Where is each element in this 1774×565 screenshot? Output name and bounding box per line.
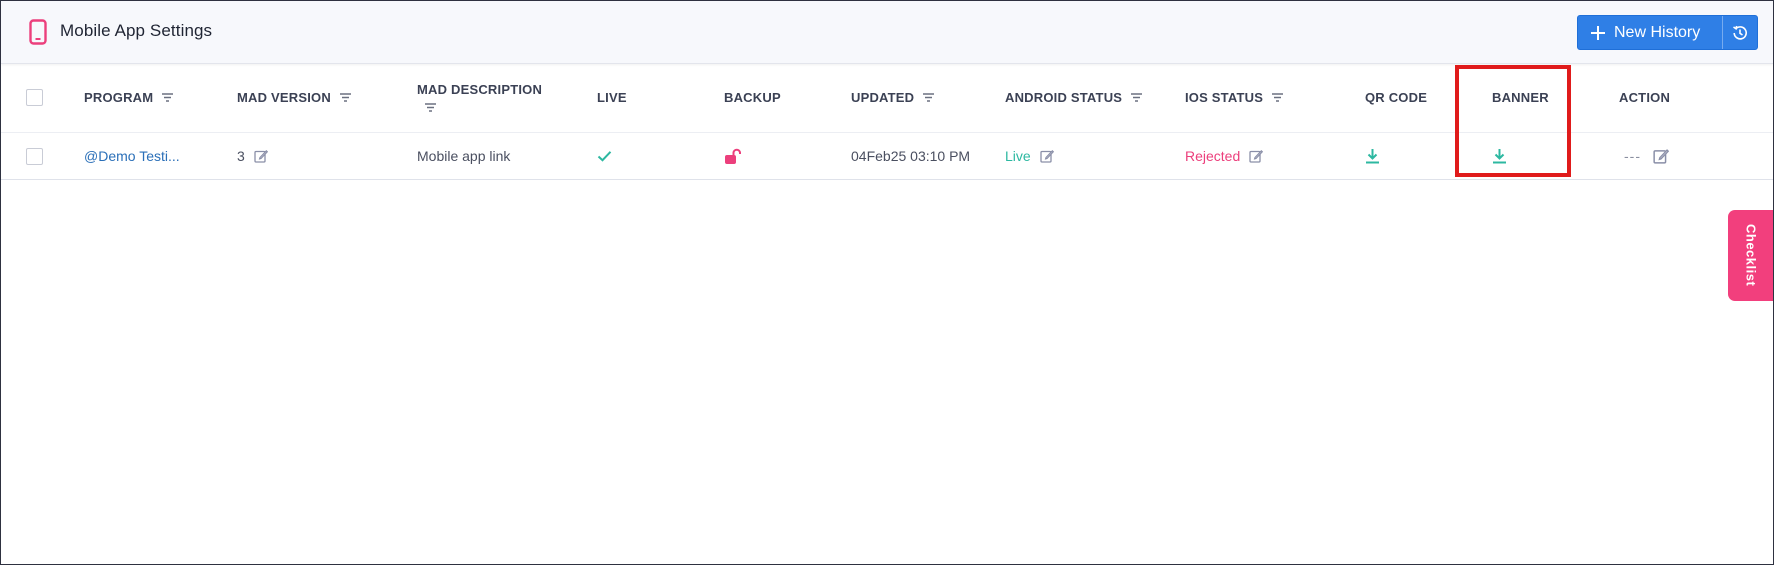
download-icon[interactable] bbox=[1365, 148, 1380, 164]
page-header: Mobile App Settings New History bbox=[1, 1, 1773, 64]
cell-banner bbox=[1492, 133, 1507, 179]
page-title: Mobile App Settings bbox=[60, 21, 213, 40]
cell-live bbox=[597, 133, 612, 179]
edit-icon[interactable] bbox=[1040, 149, 1054, 163]
column-ios-status-label: IOS STATUS bbox=[1185, 90, 1264, 105]
mobile-phone-icon bbox=[29, 19, 47, 45]
row-checkbox[interactable] bbox=[26, 147, 43, 165]
filter-icon[interactable] bbox=[339, 92, 352, 103]
column-ios-status[interactable]: IOS STATUS bbox=[1185, 63, 1284, 132]
edit-icon[interactable] bbox=[1249, 149, 1264, 163]
mad-table: PROGRAM MAD VERSION MAD DESCRIPTION LIVE… bbox=[1, 63, 1773, 180]
column-live: LIVE bbox=[597, 63, 627, 132]
column-mad-description-label: MAD DESCRIPTION bbox=[417, 82, 543, 97]
filter-icon[interactable] bbox=[161, 92, 174, 103]
filter-icon[interactable] bbox=[1130, 92, 1143, 103]
download-icon[interactable] bbox=[1492, 148, 1507, 164]
cell-mad-description: Mobile app link bbox=[417, 133, 510, 179]
cell-android-status: Live bbox=[1005, 133, 1054, 179]
cell-backup bbox=[724, 133, 742, 179]
cell-updated: 04Feb25 03:10 PM bbox=[851, 133, 970, 179]
column-backup-label: BACKUP bbox=[724, 90, 781, 105]
column-updated-label: UPDATED bbox=[851, 90, 915, 105]
cell-action: --- bbox=[1624, 133, 1669, 179]
checkmark-icon bbox=[597, 151, 612, 162]
column-updated[interactable]: UPDATED bbox=[851, 63, 935, 132]
mad-description-value: Mobile app link bbox=[417, 148, 511, 164]
cell-ios-status: Rejected bbox=[1185, 133, 1264, 179]
header-checkbox-cell bbox=[26, 63, 43, 132]
new-history-button[interactable]: New History bbox=[1577, 15, 1758, 50]
edit-icon[interactable] bbox=[254, 149, 268, 163]
edit-icon[interactable] bbox=[1653, 148, 1669, 164]
column-banner-label: BANNER bbox=[1492, 90, 1549, 105]
cell-program: @Demo Testi... bbox=[84, 133, 180, 179]
column-program[interactable]: PROGRAM bbox=[84, 63, 174, 132]
column-action-label: ACTION bbox=[1619, 90, 1671, 105]
column-banner: BANNER bbox=[1492, 63, 1549, 132]
ios-status-value: Rejected bbox=[1185, 148, 1241, 164]
new-history-label: New History bbox=[1614, 23, 1701, 41]
program-link[interactable]: @Demo Testi... bbox=[84, 148, 180, 164]
column-android-status-label: ANDROID STATUS bbox=[1005, 90, 1123, 105]
filter-icon[interactable] bbox=[1271, 92, 1284, 103]
column-mad-description[interactable]: MAD DESCRIPTION bbox=[417, 63, 542, 132]
select-all-checkbox[interactable] bbox=[26, 89, 43, 106]
row-checkbox-cell bbox=[26, 133, 43, 179]
filter-icon[interactable] bbox=[922, 92, 935, 103]
app-window: Mobile App Settings New History PROGRAM bbox=[0, 0, 1774, 565]
column-qr-code-label: QR CODE bbox=[1365, 90, 1428, 105]
unlocked-icon[interactable] bbox=[724, 148, 742, 165]
button-divider bbox=[1722, 16, 1723, 49]
column-qr-code: QR CODE bbox=[1365, 63, 1427, 132]
column-program-label: PROGRAM bbox=[84, 90, 154, 105]
mad-version-value: 3 bbox=[237, 148, 245, 164]
plus-icon bbox=[1591, 25, 1605, 40]
checklist-label: Checklist bbox=[1743, 224, 1759, 287]
column-mad-version-label: MAD VERSION bbox=[237, 90, 331, 105]
table-row: @Demo Testi... 3 Mobile app link 04Feb25… bbox=[1, 133, 1773, 180]
android-status-value: Live bbox=[1005, 148, 1031, 164]
cell-qr-code bbox=[1365, 133, 1380, 179]
column-android-status[interactable]: ANDROID STATUS bbox=[1005, 63, 1143, 132]
filter-icon[interactable] bbox=[424, 102, 437, 113]
column-action: ACTION bbox=[1619, 63, 1670, 132]
updated-value: 04Feb25 03:10 PM bbox=[851, 148, 971, 164]
checklist-tab[interactable]: Checklist bbox=[1728, 210, 1773, 301]
table-header-row: PROGRAM MAD VERSION MAD DESCRIPTION LIVE… bbox=[1, 63, 1773, 133]
column-backup: BACKUP bbox=[724, 63, 781, 132]
more-actions-button[interactable]: --- bbox=[1624, 148, 1641, 164]
column-mad-version[interactable]: MAD VERSION bbox=[237, 63, 352, 132]
history-icon[interactable] bbox=[1731, 24, 1749, 42]
column-live-label: LIVE bbox=[597, 90, 627, 105]
cell-mad-version: 3 bbox=[237, 133, 268, 179]
